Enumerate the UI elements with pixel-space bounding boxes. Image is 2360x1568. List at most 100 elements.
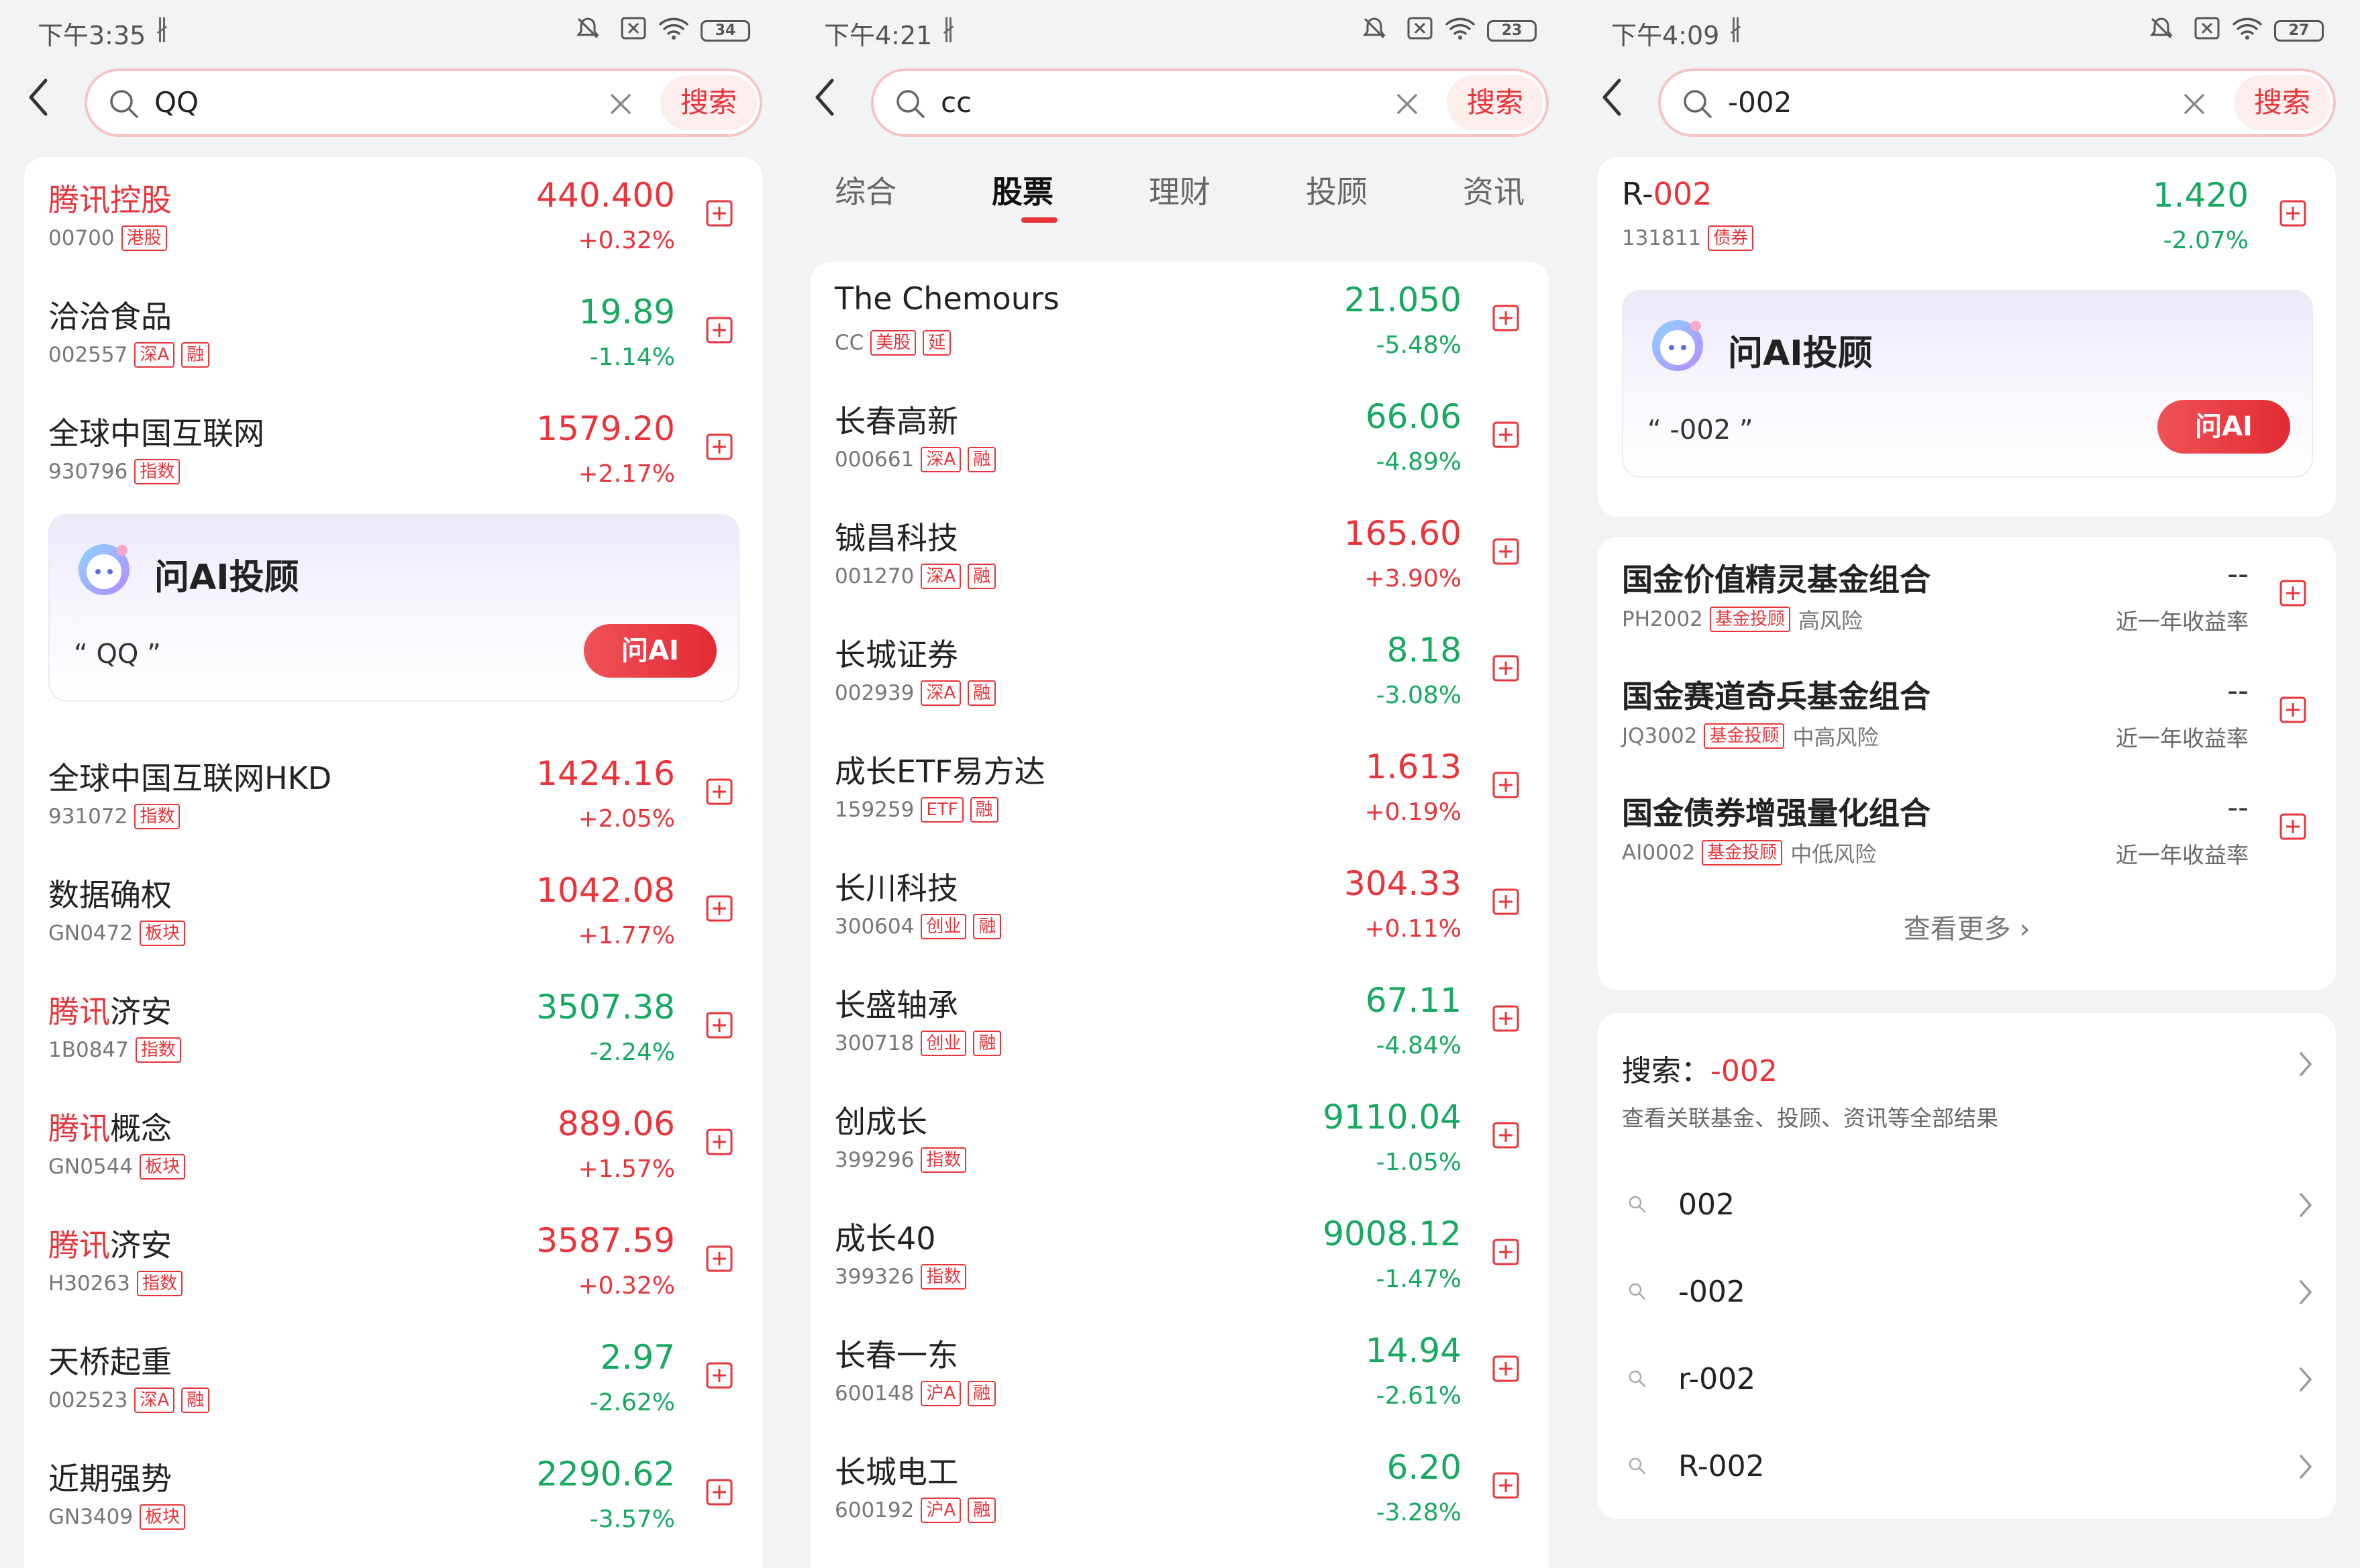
stock-row[interactable]: 铖昌科技 001270 深A 融 165.60 +3.90%: [811, 495, 1549, 612]
add-watchlist-icon[interactable]: [2279, 813, 2306, 840]
stock-row[interactable]: 腾讯概念 GN0544 板块 889.06 +1.57%: [24, 1086, 762, 1202]
stock-row[interactable]: 创成长 399296 指数 9110.04 -1.05%: [811, 1079, 1549, 1196]
add-watchlist-icon[interactable]: [2279, 200, 2306, 227]
market-tag: 融: [181, 342, 210, 368]
stock-name: 腾讯济安: [48, 994, 172, 1030]
add-watchlist-icon[interactable]: [1492, 888, 1519, 915]
search-button[interactable]: 搜索: [660, 75, 757, 130]
back-button[interactable]: [809, 74, 843, 121]
stock-change: +0.32%: [578, 227, 675, 254]
ask-ai-button[interactable]: 问AI: [2157, 400, 2290, 454]
clear-icon[interactable]: [1390, 87, 1424, 121]
clear-icon[interactable]: [604, 87, 637, 121]
add-watchlist-icon[interactable]: [1492, 421, 1519, 448]
tab-stocks[interactable]: 股票: [992, 168, 1054, 212]
suggestion-item[interactable]: -002: [1598, 1249, 2336, 1337]
stock-row[interactable]: 成长40 399326 指数 9008.12 -1.47%: [811, 1196, 1549, 1312]
stock-row[interactable]: 成长ETF易方达 159259 ETF 融 1.613 +0.19%: [811, 729, 1549, 845]
clear-icon[interactable]: [2177, 87, 2211, 121]
stock-row[interactable]: 腾讯济安 H30263 指数 3587.59 +0.32%: [24, 1202, 762, 1319]
stock-price: 9110.04: [1323, 1098, 1461, 1137]
stock-row[interactable]: 长城电工 600192 沪A 融 6.20 -3.28%: [811, 1429, 1549, 1546]
stock-row[interactable]: 近期强势 GN3409 板块 2290.62 -3.57%: [24, 1436, 762, 1553]
add-watchlist-icon[interactable]: [706, 433, 733, 460]
add-watchlist-icon[interactable]: [1492, 655, 1519, 682]
stock-change: -1.14%: [589, 344, 675, 371]
view-more-link[interactable]: 查看更多 ›: [1598, 907, 2336, 946]
add-watchlist-icon[interactable]: [706, 1129, 733, 1155]
stock-row[interactable]: 天桥起重 002523 深A 融 2.97 -2.62%: [24, 1319, 762, 1436]
add-watchlist-icon[interactable]: [1492, 1472, 1519, 1499]
stock-row[interactable]: 长春一东 600148 沪A 融 14.94 -2.61%: [811, 1312, 1549, 1429]
mute-bell-icon: [2149, 17, 2173, 39]
fund-row[interactable]: 国金赛道奇兵基金组合 JQ3002 基金投顾 中高风险 -- 近一年收益率: [1598, 654, 2336, 770]
add-watchlist-icon[interactable]: [706, 200, 733, 227]
market-tag: 沪A: [921, 1381, 962, 1406]
add-watchlist-icon[interactable]: [1492, 538, 1519, 565]
add-watchlist-icon[interactable]: [706, 778, 733, 805]
tab-news[interactable]: 资讯: [1463, 168, 1525, 212]
stock-row[interactable]: 长城证券 002939 深A 融 8.18 -3.08%: [811, 612, 1549, 729]
wifi-icon: [659, 17, 688, 40]
market-tag: 板块: [140, 1154, 186, 1180]
stock-change: +0.19%: [1364, 798, 1461, 826]
add-watchlist-icon[interactable]: [1492, 305, 1519, 331]
ai-advisor-box[interactable]: 问AI投顾 “ QQ ” 问AI: [48, 514, 739, 702]
suggestion-item[interactable]: r-002: [1598, 1337, 2336, 1424]
stock-price: 440.400: [536, 176, 675, 215]
back-button[interactable]: [1596, 74, 1630, 121]
suggestion-item[interactable]: 002: [1598, 1162, 2336, 1249]
bond-row[interactable]: R-002 131811 债券 1.420 -2.07%: [1598, 157, 2336, 274]
battery-indicator: 27: [2274, 20, 2324, 42]
suggestion-item[interactable]: R-002: [1598, 1424, 2336, 1511]
stock-row[interactable]: 长川科技 300604 创业融 304.33 +0.11%: [811, 845, 1549, 962]
stock-row[interactable]: 长春高新 000661 深A 融 66.06 -4.89%: [811, 378, 1549, 495]
add-watchlist-icon[interactable]: [706, 1245, 733, 1272]
add-watchlist-icon[interactable]: [2279, 580, 2306, 607]
tab-wealth[interactable]: 理财: [1149, 168, 1211, 212]
stock-row[interactable]: 洽洽食品 002557 深A 融 19.89 -1.14%: [24, 274, 762, 390]
market-tag: 融: [968, 1381, 996, 1406]
stock-name: 长城电工: [835, 1454, 958, 1490]
add-watchlist-icon[interactable]: [706, 1012, 733, 1039]
search-input[interactable]: QQ: [154, 86, 199, 119]
fund-row[interactable]: 国金价值精灵基金组合 PH2002 基金投顾 高风险 -- 近一年收益率: [1598, 537, 2336, 654]
add-watchlist-icon[interactable]: [706, 895, 733, 922]
stock-name: 长盛轴承: [835, 987, 958, 1023]
suggestion-text: R-002: [1678, 1449, 1765, 1483]
stock-row[interactable]: 数据确权 GN0472 板块 1042.08 +1.77%: [24, 852, 762, 969]
market-tag: 指数: [134, 804, 181, 829]
fund-meta: AI0002 基金投顾 中低风险: [1622, 837, 1876, 868]
tab-advisory[interactable]: 投顾: [1306, 168, 1368, 212]
stock-row[interactable]: 全球中国互联网 930796 指数 1579.20 +2.17%: [24, 390, 762, 507]
add-watchlist-icon[interactable]: [706, 317, 733, 344]
stock-row[interactable]: The Chemours CC 美股延 21.050 -5.48%: [811, 262, 1549, 378]
add-watchlist-icon[interactable]: [1492, 1239, 1519, 1265]
add-watchlist-icon[interactable]: [706, 1479, 733, 1506]
search-button[interactable]: 搜索: [1447, 75, 1543, 130]
search-all-link[interactable]: 搜索：-002: [1622, 1047, 1778, 1090]
add-watchlist-icon[interactable]: [2279, 696, 2306, 723]
stock-row[interactable]: 长盛轴承 300718 创业融 67.11 -4.84%: [811, 962, 1549, 1079]
search-input[interactable]: cc: [941, 86, 972, 119]
stock-row[interactable]: 腾讯控股 00700 港股 440.400 +0.32%: [24, 157, 762, 274]
tab-comprehensive[interactable]: 综合: [835, 168, 896, 212]
add-watchlist-icon[interactable]: [1492, 1005, 1519, 1032]
chevron-right-icon: [2300, 1455, 2312, 1479]
fund-return-label: 近一年收益率: [2116, 609, 2249, 635]
back-button[interactable]: [23, 74, 56, 121]
chevron-right-icon: [2300, 1367, 2312, 1392]
add-watchlist-icon[interactable]: [1492, 1355, 1519, 1382]
ask-ai-button[interactable]: 问AI: [584, 624, 717, 678]
stock-change: -3.28%: [1376, 1499, 1461, 1526]
fund-row[interactable]: 国金债券增强量化组合 AI0002 基金投顾 中低风险 -- 近一年收益率: [1598, 770, 2336, 887]
stock-row[interactable]: 全球中国互联网HKD 931072 指数 1424.16 +2.05%: [24, 735, 762, 852]
search-bar: QQ 搜索: [85, 68, 762, 137]
add-watchlist-icon[interactable]: [706, 1362, 733, 1389]
ai-advisor-box[interactable]: 问AI投顾 “ -002 ” 问AI: [1622, 290, 2313, 478]
search-button[interactable]: 搜索: [2234, 75, 2330, 130]
add-watchlist-icon[interactable]: [1492, 1122, 1519, 1149]
stock-row[interactable]: 腾讯济安 1B0847 指数 3507.38 -2.24%: [24, 969, 762, 1086]
search-input[interactable]: -002: [1728, 86, 1792, 119]
add-watchlist-icon[interactable]: [1492, 772, 1519, 798]
